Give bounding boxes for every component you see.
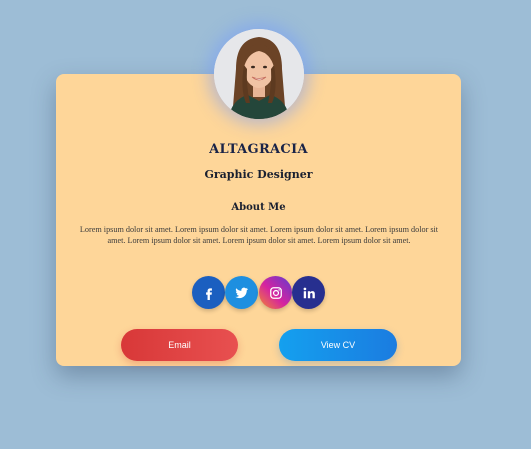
instagram-icon[interactable] [259,276,292,309]
avatar [214,29,304,119]
avatar-photo [214,29,304,119]
linkedin-icon[interactable] [292,276,325,309]
social-links [190,276,330,310]
about-text: Lorem ipsum dolor sit amet. Lorem ipsum … [79,225,439,245]
view-cv-button[interactable]: View CV [279,329,397,361]
profile-role: Graphic Designer [204,168,313,181]
profile-name: ALTAGRACIA [209,142,308,157]
facebook-icon[interactable] [192,276,225,309]
about-title: About Me [231,202,286,213]
email-button[interactable]: Email [121,329,238,361]
twitter-icon[interactable] [225,276,258,309]
